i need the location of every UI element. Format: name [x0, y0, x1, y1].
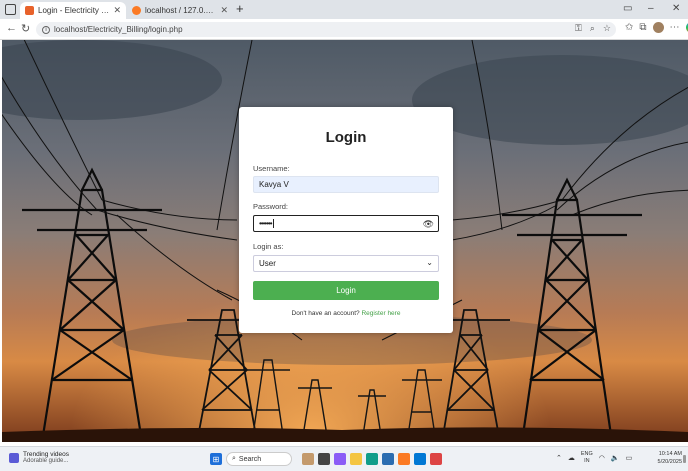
tab-phpmyadmin[interactable]: localhost / 127.0.0.1 / electricity_b ✕ — [127, 2, 233, 19]
page-background: Login Username: Kavya V Password: ••••••… — [2, 40, 688, 442]
store-icon[interactable] — [382, 453, 394, 465]
address-bar-row: ← ↻ i localhost/Electricity_Billing/logi… — [0, 19, 688, 40]
register-text: Don't have an account? — [291, 310, 360, 317]
maximize-icon[interactable]: – — [648, 3, 654, 14]
date: 5/20/2025 — [657, 458, 682, 465]
close-tab-icon[interactable]: ✕ — [113, 5, 121, 16]
wifi-icon[interactable]: ◠ — [599, 454, 605, 462]
role-label: Login as: — [253, 242, 284, 251]
more-icon[interactable]: ⋯ — [670, 22, 680, 33]
taskbar-apps: ⊞ ⌕ Search — [210, 452, 442, 466]
lang-region: IN — [584, 457, 590, 464]
favorites-icon[interactable]: ✩ — [625, 22, 633, 33]
pinned-app-icon[interactable] — [302, 453, 314, 465]
tab-login[interactable]: Login - Electricity Billing System ✕ — [20, 2, 126, 19]
search-input[interactable]: ⌕ Search — [226, 452, 292, 466]
password-label: Password: — [253, 202, 289, 211]
username-value: Kavya V — [259, 180, 289, 189]
tab-favicon-icon — [25, 6, 34, 15]
username-field[interactable]: Kavya V — [253, 176, 439, 193]
key-icon[interactable]: ⚿ — [575, 23, 582, 34]
system-tray: ⌃ ☁ ENG IN ◠ 🔈 ▭ — [556, 451, 632, 464]
xampp-icon[interactable] — [398, 453, 410, 465]
language-indicator[interactable]: ENG IN — [581, 451, 593, 464]
search-placeholder: Search — [238, 455, 262, 463]
url-actions: ⚿ ⌕ ☆ — [575, 23, 611, 34]
register-prompt: Don't have an account? Register here — [239, 310, 453, 317]
extensions-icon[interactable]: ⧉ — [639, 22, 646, 33]
widget-title: Trending videos — [23, 451, 70, 458]
login-card: Login Username: Kavya V Password: ••••••… — [239, 107, 453, 333]
show-desktop-icon[interactable] — [683, 455, 686, 463]
lang-code: ENG — [580, 451, 593, 457]
browser-toolbar-right: ✩ ⧉ ⋯ — [625, 22, 688, 33]
site-info-icon[interactable]: i — [42, 25, 50, 34]
copilot-app-icon[interactable] — [334, 453, 346, 465]
refresh-icon[interactable]: ↻ — [21, 22, 30, 35]
register-link[interactable]: Register here — [361, 310, 400, 317]
tab-title: Login - Electricity Billing System — [38, 6, 111, 15]
text-caret — [272, 219, 274, 228]
login-button[interactable]: Login — [253, 281, 439, 300]
battery-icon[interactable]: ▭ — [626, 454, 633, 462]
tab-title: localhost / 127.0.0.1 / electricity_b — [145, 6, 217, 15]
password-mask: ••••••• — [259, 219, 273, 228]
clock[interactable]: 10:14 AM 5/20/2025 — [652, 451, 682, 466]
workspaces-icon[interactable] — [5, 4, 16, 15]
tab-favicon-icon — [132, 6, 141, 15]
page-title: Login — [325, 129, 367, 146]
login-button-label: Login — [336, 286, 356, 295]
profile-avatar[interactable] — [652, 22, 664, 33]
username-label: Username: — [253, 164, 290, 173]
search-icon: ⌕ — [232, 455, 236, 462]
video-icon — [9, 453, 19, 463]
browser-tab-bar: Login - Electricity Billing System ✕ loc… — [0, 0, 688, 19]
zoom-icon[interactable]: ⌕ — [590, 23, 595, 34]
close-window-icon[interactable]: ✕ — [672, 3, 680, 14]
close-tab-icon[interactable]: ✕ — [220, 5, 228, 16]
new-tab-icon[interactable]: + — [236, 2, 244, 16]
widgets-button[interactable]: Trending videos Adorable guide... — [9, 451, 69, 464]
volume-icon[interactable]: 🔈 — [611, 454, 620, 462]
role-select[interactable]: User ⌄ — [253, 255, 439, 272]
show-password-icon[interactable]: 👁 — [423, 219, 434, 230]
back-icon[interactable]: ← — [6, 22, 17, 34]
chrome-icon[interactable] — [430, 453, 442, 465]
role-selected-value: User — [259, 259, 276, 268]
url-input[interactable]: i localhost/Electricity_Billing/login.ph… — [36, 22, 616, 37]
edge-icon[interactable] — [366, 453, 378, 465]
time: 10:14 AM — [658, 451, 682, 457]
start-icon[interactable]: ⊞ — [210, 453, 222, 465]
chevron-down-icon: ⌄ — [426, 258, 433, 267]
vscode-icon[interactable] — [414, 453, 426, 465]
minimize-icon[interactable]: ▭ — [623, 3, 632, 14]
file-explorer-icon[interactable] — [350, 453, 362, 465]
cloud-icon[interactable]: ☁ — [568, 454, 575, 462]
favorite-star-icon[interactable]: ☆ — [603, 23, 611, 34]
taskbar: Trending videos Adorable guide... ⊞ ⌕ Se… — [0, 446, 688, 471]
chevron-up-icon[interactable]: ⌃ — [556, 454, 562, 462]
password-field[interactable]: ••••••• 👁 — [253, 215, 439, 232]
url-text: localhost/Electricity_Billing/login.php — [54, 25, 183, 34]
widget-subtitle: Adorable guide... — [23, 458, 69, 464]
task-view-icon[interactable] — [318, 453, 330, 465]
